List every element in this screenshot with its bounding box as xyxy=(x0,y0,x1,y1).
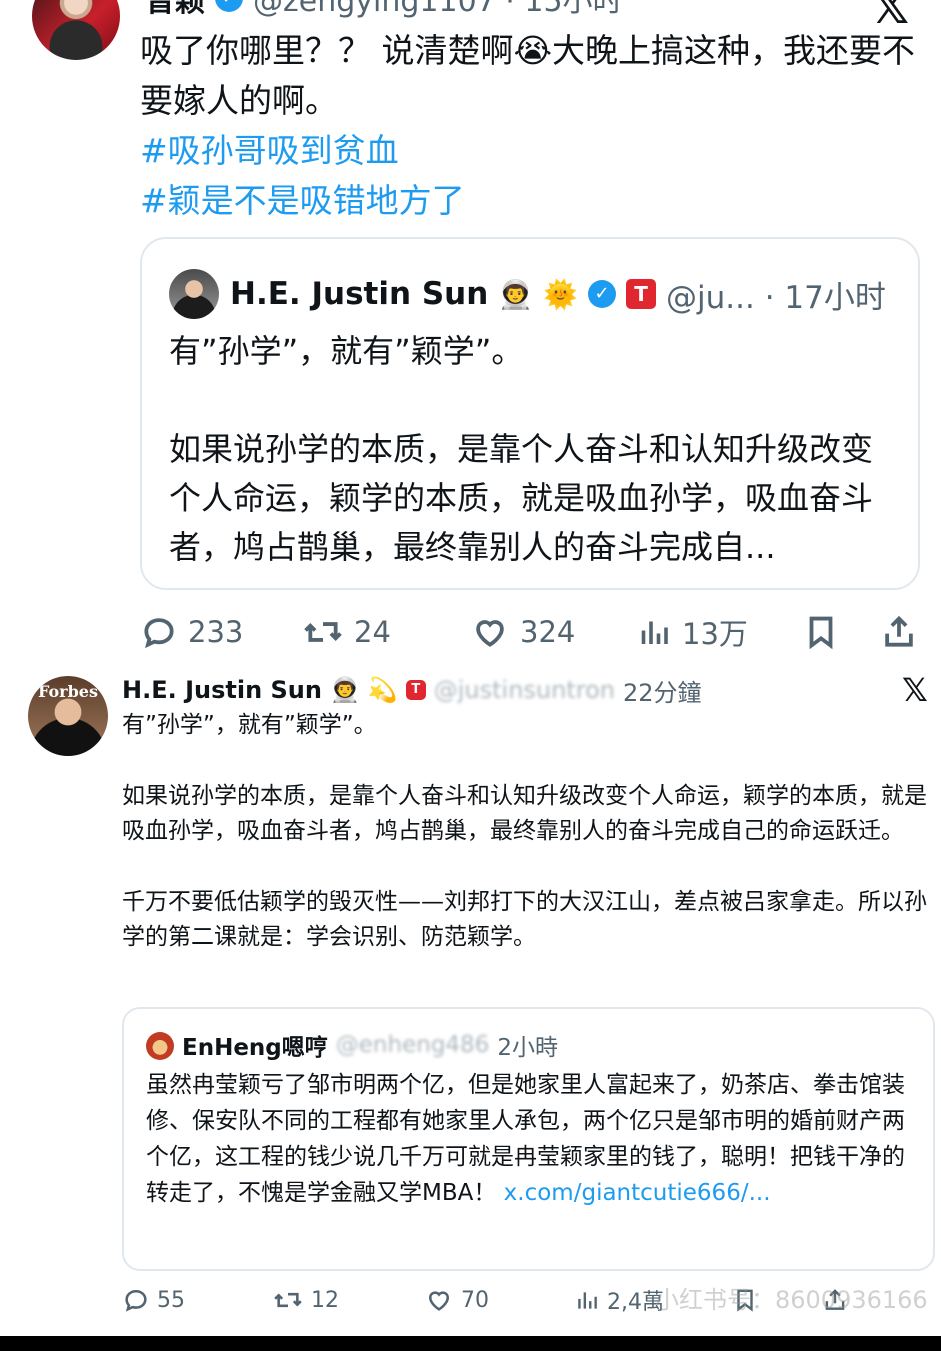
tweet-paragraph: 千万不要低估颖学的毁灭性——刘邦打下的大汉江山，差点被吕家拿走。所以孙学的第二课… xyxy=(122,888,927,951)
quoted-tweet-text: 有”孙学”，就有”颖学”。 如果说孙学的本质，是靠个人奋斗和认知升级改变个人命运… xyxy=(169,327,899,572)
tweet-header: 曾颖 ✓ @zengying1107 · 15小时 xyxy=(145,0,623,20)
heart-icon xyxy=(428,1291,450,1311)
views-button[interactable]: 13万 xyxy=(636,608,748,656)
heart-icon xyxy=(476,620,504,647)
author-avatar[interactable] xyxy=(32,0,120,60)
quoted-handle-time[interactable]: @ju... · 17小时 xyxy=(666,272,886,317)
retweet-button[interactable]: 12 xyxy=(272,1282,339,1318)
hashtag-link[interactable]: #颖是不是吸错地方了 xyxy=(140,176,920,226)
author-avatar[interactable]: Forbes xyxy=(28,676,108,756)
forbes-avatar-text: Forbes xyxy=(38,682,98,701)
author-name[interactable]: 曾颖 xyxy=(145,0,205,20)
verified-badge-icon: ✓ xyxy=(215,0,243,12)
reply-count: 55 xyxy=(157,1287,185,1313)
quoted-tweet-card[interactable]: EnHeng嗯哼 @enheng486 2小時 虽然冉莹颖亏了邹市明两个亿，但是… xyxy=(122,1007,935,1271)
retweet-count: 24 xyxy=(354,615,391,649)
hashtag-link[interactable]: #吸孙哥吸到贫血 xyxy=(140,126,920,176)
quoted-time[interactable]: 2小時 xyxy=(497,1028,558,1062)
tweet-text: 有”孙学”，就有”颖学”。 如果说孙学的本质，是靠个人奋斗和认知升级改变个人命运… xyxy=(122,708,934,956)
sparkle-emoji-icon: 💫 xyxy=(367,676,398,704)
like-count: 70 xyxy=(461,1287,489,1313)
bookmark-button[interactable] xyxy=(802,608,840,656)
quoted-tweet-card[interactable]: H.E. Justin Sun 👨‍🚀 🌞 ✓ T @ju... · 17小时 … xyxy=(140,237,920,590)
quoted-author-name[interactable]: H.E. Justin Sun xyxy=(230,276,488,312)
quoted-author-avatar[interactable] xyxy=(146,1032,174,1060)
analytics-icon xyxy=(578,1292,597,1309)
author-handle-time[interactable]: @zengying1107 · 15小时 xyxy=(253,0,623,20)
tweet-paragraph: 有”孙学”，就有”颖学”。 xyxy=(122,712,377,738)
tron-logo-icon: T xyxy=(626,279,657,309)
quoted-tweet-header: H.E. Justin Sun 👨‍🚀 🌞 ✓ T @ju... · 17小时 xyxy=(230,269,886,319)
analytics-icon xyxy=(641,621,668,644)
x-logo-icon: 𝕏 xyxy=(902,671,928,709)
sun-emoji-icon: 🌞 xyxy=(543,277,579,311)
like-button[interactable]: 70 xyxy=(424,1282,489,1318)
blurred-handle[interactable]: @enheng486 xyxy=(336,1032,490,1058)
reply-button[interactable]: 55 xyxy=(122,1282,185,1318)
quoted-paragraph: 如果说孙学的本质，是靠个人奋斗和认知升级改变个人命运，颖学的本质，就是吸血孙学，… xyxy=(169,430,874,566)
tweet-action-bar: 233 24 324 13万 xyxy=(140,608,920,656)
blurred-handle[interactable]: @justinsuntron xyxy=(434,676,615,704)
retweet-icon xyxy=(304,622,342,642)
bookmark-icon xyxy=(809,616,833,650)
watermark-text: 小红书号：8600936166 xyxy=(655,1286,928,1314)
quoted-paragraph: 有”孙学”，就有”颖学”。 xyxy=(169,332,524,370)
quoted-author-avatar[interactable] xyxy=(169,269,219,319)
quoted-tweet-text: 虽然冉莹颖亏了邹市明两个亿，但是她家里人富起来了，奶茶店、拳击馆装修、保安队不同… xyxy=(146,1067,916,1211)
tweet-time[interactable]: 22分鐘 xyxy=(623,673,702,708)
astronaut-emoji-icon: 👨‍🚀 xyxy=(329,676,360,704)
views-button[interactable]: 2,4萬 xyxy=(574,1282,664,1318)
retweet-count: 12 xyxy=(311,1287,339,1313)
tweet-paragraph: 如果说孙学的本质，是靠个人奋斗和认知升级改变个人命运，颖学的本质，就是吸血孙学，… xyxy=(122,782,927,845)
share-button[interactable] xyxy=(880,608,918,656)
reply-count: 233 xyxy=(188,615,244,649)
astronaut-emoji-icon: 👨‍🚀 xyxy=(498,277,534,311)
tweet-body: 吸了你哪里？？ 说清楚啊😭大晚上搞这种，我还要不要嫁人的啊。 xyxy=(140,31,916,120)
like-button[interactable]: 324 xyxy=(470,608,575,656)
verified-badge-icon: ✓ xyxy=(588,280,617,308)
like-count: 324 xyxy=(520,615,576,649)
tweet-text: 吸了你哪里？？ 说清楚啊😭大晚上搞这种，我还要不要嫁人的啊。 #吸孙哥吸到贫血 … xyxy=(140,26,920,226)
tron-logo-icon: T xyxy=(405,680,426,700)
reply-icon xyxy=(125,1289,147,1312)
views-count: 13万 xyxy=(682,617,748,651)
quoted-link[interactable]: x.com/giantcutie666/... xyxy=(504,1180,771,1206)
quoted-author-name[interactable]: EnHeng嗯哼 xyxy=(182,1028,328,1062)
reply-button[interactable]: 233 xyxy=(140,608,243,656)
share-icon xyxy=(885,615,913,647)
bottom-edge-bar xyxy=(0,1336,941,1351)
retweet-icon xyxy=(274,1292,302,1308)
author-name[interactable]: H.E. Justin Sun xyxy=(122,676,322,704)
retweet-button[interactable]: 24 xyxy=(302,608,391,656)
reply-icon xyxy=(144,618,174,649)
tweet-header: H.E. Justin Sun 👨‍🚀 💫 T @justinsuntron 2… xyxy=(122,672,702,708)
quoted-tweet-header: EnHeng嗯哼 @enheng486 2小時 xyxy=(182,1027,558,1063)
